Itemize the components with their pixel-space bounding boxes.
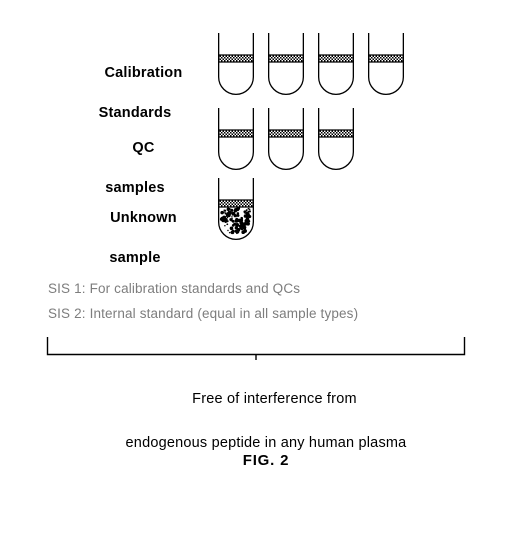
row-label-line-2: sample — [109, 250, 161, 266]
tube-calibration-standards-2 — [268, 33, 304, 95]
row-label-line-1: Calibration — [104, 65, 183, 81]
span-bracket — [46, 336, 466, 360]
figure-number-label: FIG. 2 — [242, 452, 290, 469]
caption-line-2: endogenous peptide in any human plasma — [125, 435, 407, 451]
caption-line-1: Free of interference from — [192, 391, 357, 407]
patent-figure: Calibration Standards QC samples Unknown… — [0, 0, 532, 539]
tube-qc-samples-3 — [318, 108, 354, 170]
tube-unknown-sample-1 — [218, 178, 254, 240]
tube-calibration-standards-3 — [318, 33, 354, 95]
sis-2-annotation: SIS 2: Internal standard (equal in all s… — [48, 306, 359, 321]
tube-qc-samples-1 — [218, 108, 254, 170]
row-label-line-1: QC — [132, 140, 155, 156]
tube-calibration-standards-1 — [218, 33, 254, 95]
figure-caption: Free of interference from endogenous pep… — [66, 366, 466, 498]
sis-1-annotation: SIS 1: For calibration standards and QCs — [48, 281, 301, 296]
row-label-line-1: Unknown — [110, 210, 177, 226]
tube-qc-samples-2 — [268, 108, 304, 170]
tube-calibration-standards-4 — [368, 33, 404, 95]
